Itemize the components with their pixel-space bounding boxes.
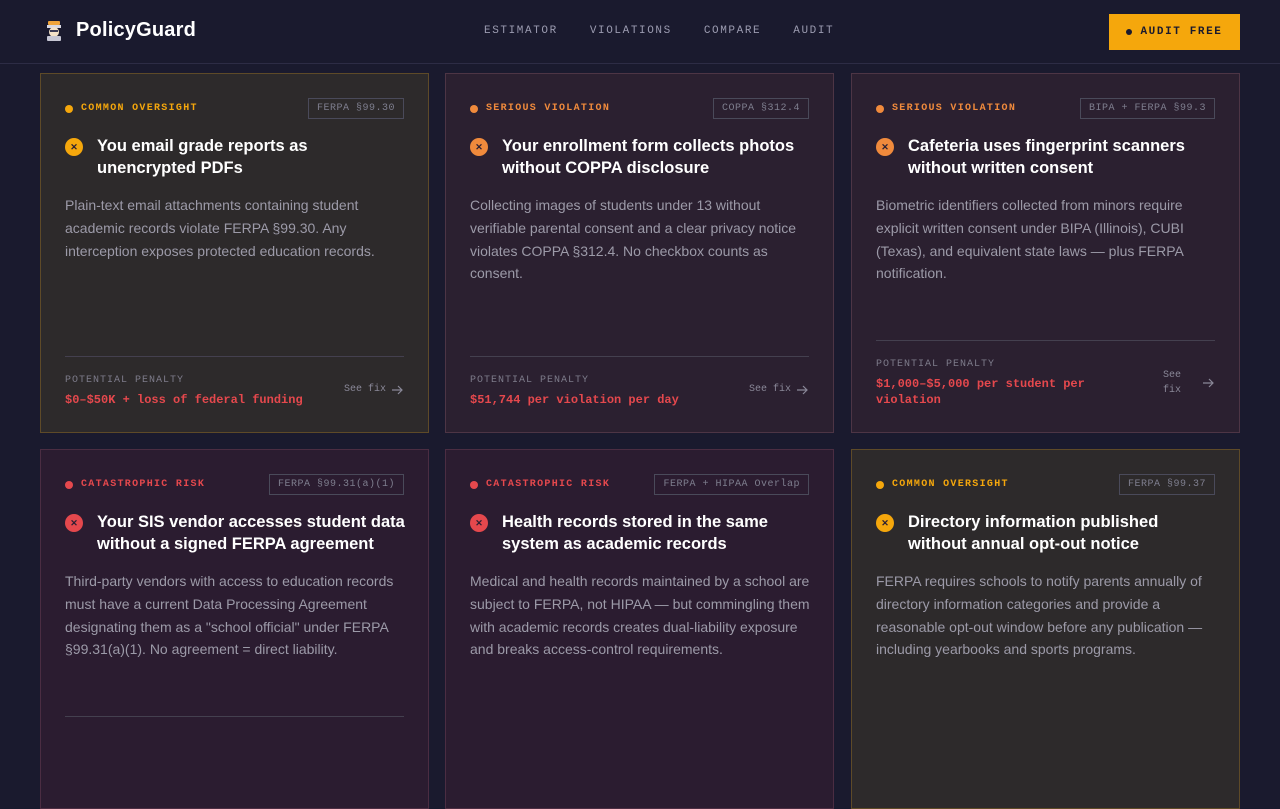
regulation-tag: FERPA §99.30 [307, 98, 404, 119]
close-circle-icon: ✕ [470, 514, 488, 532]
severity-label: CATASTROPHIC RISK [81, 479, 206, 490]
close-circle-icon: ✕ [65, 138, 83, 156]
severity-dot-icon [876, 104, 884, 113]
regulation-tag: FERPA + HIPAA Overlap [654, 474, 809, 495]
divider [65, 716, 404, 717]
close-circle-icon: ✕ [65, 514, 83, 532]
divider [876, 340, 1215, 341]
divider [470, 356, 809, 357]
shield-badge-icon [47, 20, 61, 41]
card-title-row: ✕ You email grade reports as unencrypted… [65, 135, 406, 179]
card-description: FERPA requires schools to notify parents… [876, 573, 1203, 658]
card-title: Cafeteria uses fingerprint scanners with… [908, 137, 1185, 177]
see-fix-label: See fix [1163, 370, 1182, 396]
severity-badge: CATASTROPHIC RISK [65, 479, 205, 490]
severity-label: SERIOUS VIOLATION [486, 103, 611, 114]
see-fix-link[interactable]: See fix [749, 384, 809, 395]
see-fix-label: See fix [748, 384, 791, 395]
card-title: Your enrollment form collects photos wit… [502, 137, 795, 177]
regulation-tag: FERPA §99.31(a)(1) [268, 474, 404, 495]
severity-badge: COMMON OVERSIGHT [65, 103, 198, 114]
nav-link-estimator[interactable]: ESTIMATOR [484, 25, 558, 37]
divider [65, 356, 404, 357]
card-title-row: ✕ Your SIS vendor accesses student data … [65, 511, 406, 555]
card-title-row: ✕ Cafeteria uses fingerprint scanners wi… [876, 135, 1217, 179]
card-title: You email grade reports as unencrypted P… [97, 137, 308, 177]
brand[interactable]: PolicyGuard [44, 19, 196, 42]
violation-card: COMMON OVERSIGHT FERPA §99.37 ✕ Director… [851, 449, 1240, 809]
penalty-label: POTENTIAL PENALTY [876, 359, 996, 370]
card-title-row: ✕ Your enrollment form collects photos w… [470, 135, 811, 179]
violation-card: CATASTROPHIC RISK FERPA §99.31(a)(1) ✕ Y… [40, 449, 429, 809]
card-description: Medical and health records maintained by… [470, 573, 810, 658]
severity-dot-icon [65, 480, 73, 489]
severity-badge: SERIOUS VIOLATION [876, 103, 1016, 114]
severity-dot-icon [876, 480, 884, 489]
severity-label: COMMON OVERSIGHT [892, 479, 1009, 490]
card-title: Health records stored in the same system… [502, 513, 768, 553]
dot-icon [1126, 29, 1133, 35]
see-fix-link[interactable]: See fix [344, 384, 404, 395]
violation-card: SERIOUS VIOLATION BIPA + FERPA §99.3 ✕ C… [851, 73, 1240, 433]
card-title-row: ✕ Directory information published withou… [876, 511, 1217, 555]
arrow-right-icon [1203, 378, 1214, 388]
arrow-right-icon [392, 385, 403, 394]
card-title: Directory information published without … [908, 513, 1159, 553]
nav-link-compare[interactable]: COMPARE [704, 25, 761, 37]
brand-name: PolicyGuard [76, 19, 197, 41]
penalty-value: $0–$50K + loss of federal funding [65, 393, 303, 407]
card-description: Biometric identifiers collected from min… [876, 197, 1184, 282]
nav-link-audit[interactable]: AUDIT [793, 25, 834, 37]
penalty-label: POTENTIAL PENALTY [470, 375, 590, 386]
close-circle-icon: ✕ [876, 138, 894, 156]
card-title: Your SIS vendor accesses student data wi… [97, 513, 405, 553]
card-description: Collecting images of students under 13 w… [470, 197, 797, 282]
severity-badge: COMMON OVERSIGHT [876, 479, 1009, 490]
severity-label: COMMON OVERSIGHT [81, 103, 198, 114]
severity-dot-icon [470, 104, 478, 113]
violation-card: SERIOUS VIOLATION COPPA §312.4 ✕ Your en… [445, 73, 834, 433]
severity-dot-icon [65, 104, 73, 113]
nav-links: ESTIMATOR VIOLATIONS COMPARE AUDIT [484, 25, 866, 37]
penalty-value: $51,744 per violation per day [470, 393, 679, 407]
audit-free-button[interactable]: AUDIT FREE [1109, 14, 1240, 50]
violation-card: CATASTROPHIC RISK FERPA + HIPAA Overlap … [445, 449, 834, 809]
severity-label: SERIOUS VIOLATION [892, 103, 1017, 114]
regulation-tag: BIPA + FERPA §99.3 [1079, 98, 1215, 119]
see-fix-label: See fix [343, 384, 386, 395]
top-nav: PolicyGuard ESTIMATOR VIOLATIONS COMPARE… [0, 0, 1280, 64]
card-title-row: ✕ Health records stored in the same syst… [470, 511, 811, 555]
close-circle-icon: ✕ [470, 138, 488, 156]
audit-free-label: AUDIT FREE [1140, 26, 1223, 38]
severity-badge: SERIOUS VIOLATION [470, 103, 610, 114]
severity-dot-icon [470, 480, 478, 489]
card-description: Third-party vendors with access to educa… [65, 573, 394, 658]
penalty-value: $1,000–$5,000 per student per violation [876, 377, 1085, 407]
close-circle-icon: ✕ [876, 514, 894, 532]
severity-badge: CATASTROPHIC RISK [470, 479, 610, 490]
card-description: Plain-text email attachments containing … [65, 197, 375, 259]
regulation-tag: COPPA §312.4 [712, 98, 809, 119]
arrow-right-icon [797, 385, 808, 394]
penalty-label: POTENTIAL PENALTY [65, 375, 185, 386]
see-fix-link[interactable]: See fix [1163, 368, 1215, 398]
violation-card: COMMON OVERSIGHT FERPA §99.30 ✕ You emai… [40, 73, 429, 433]
regulation-tag: FERPA §99.37 [1118, 474, 1215, 495]
nav-link-violations[interactable]: VIOLATIONS [590, 25, 672, 37]
severity-label: CATASTROPHIC RISK [486, 479, 611, 490]
